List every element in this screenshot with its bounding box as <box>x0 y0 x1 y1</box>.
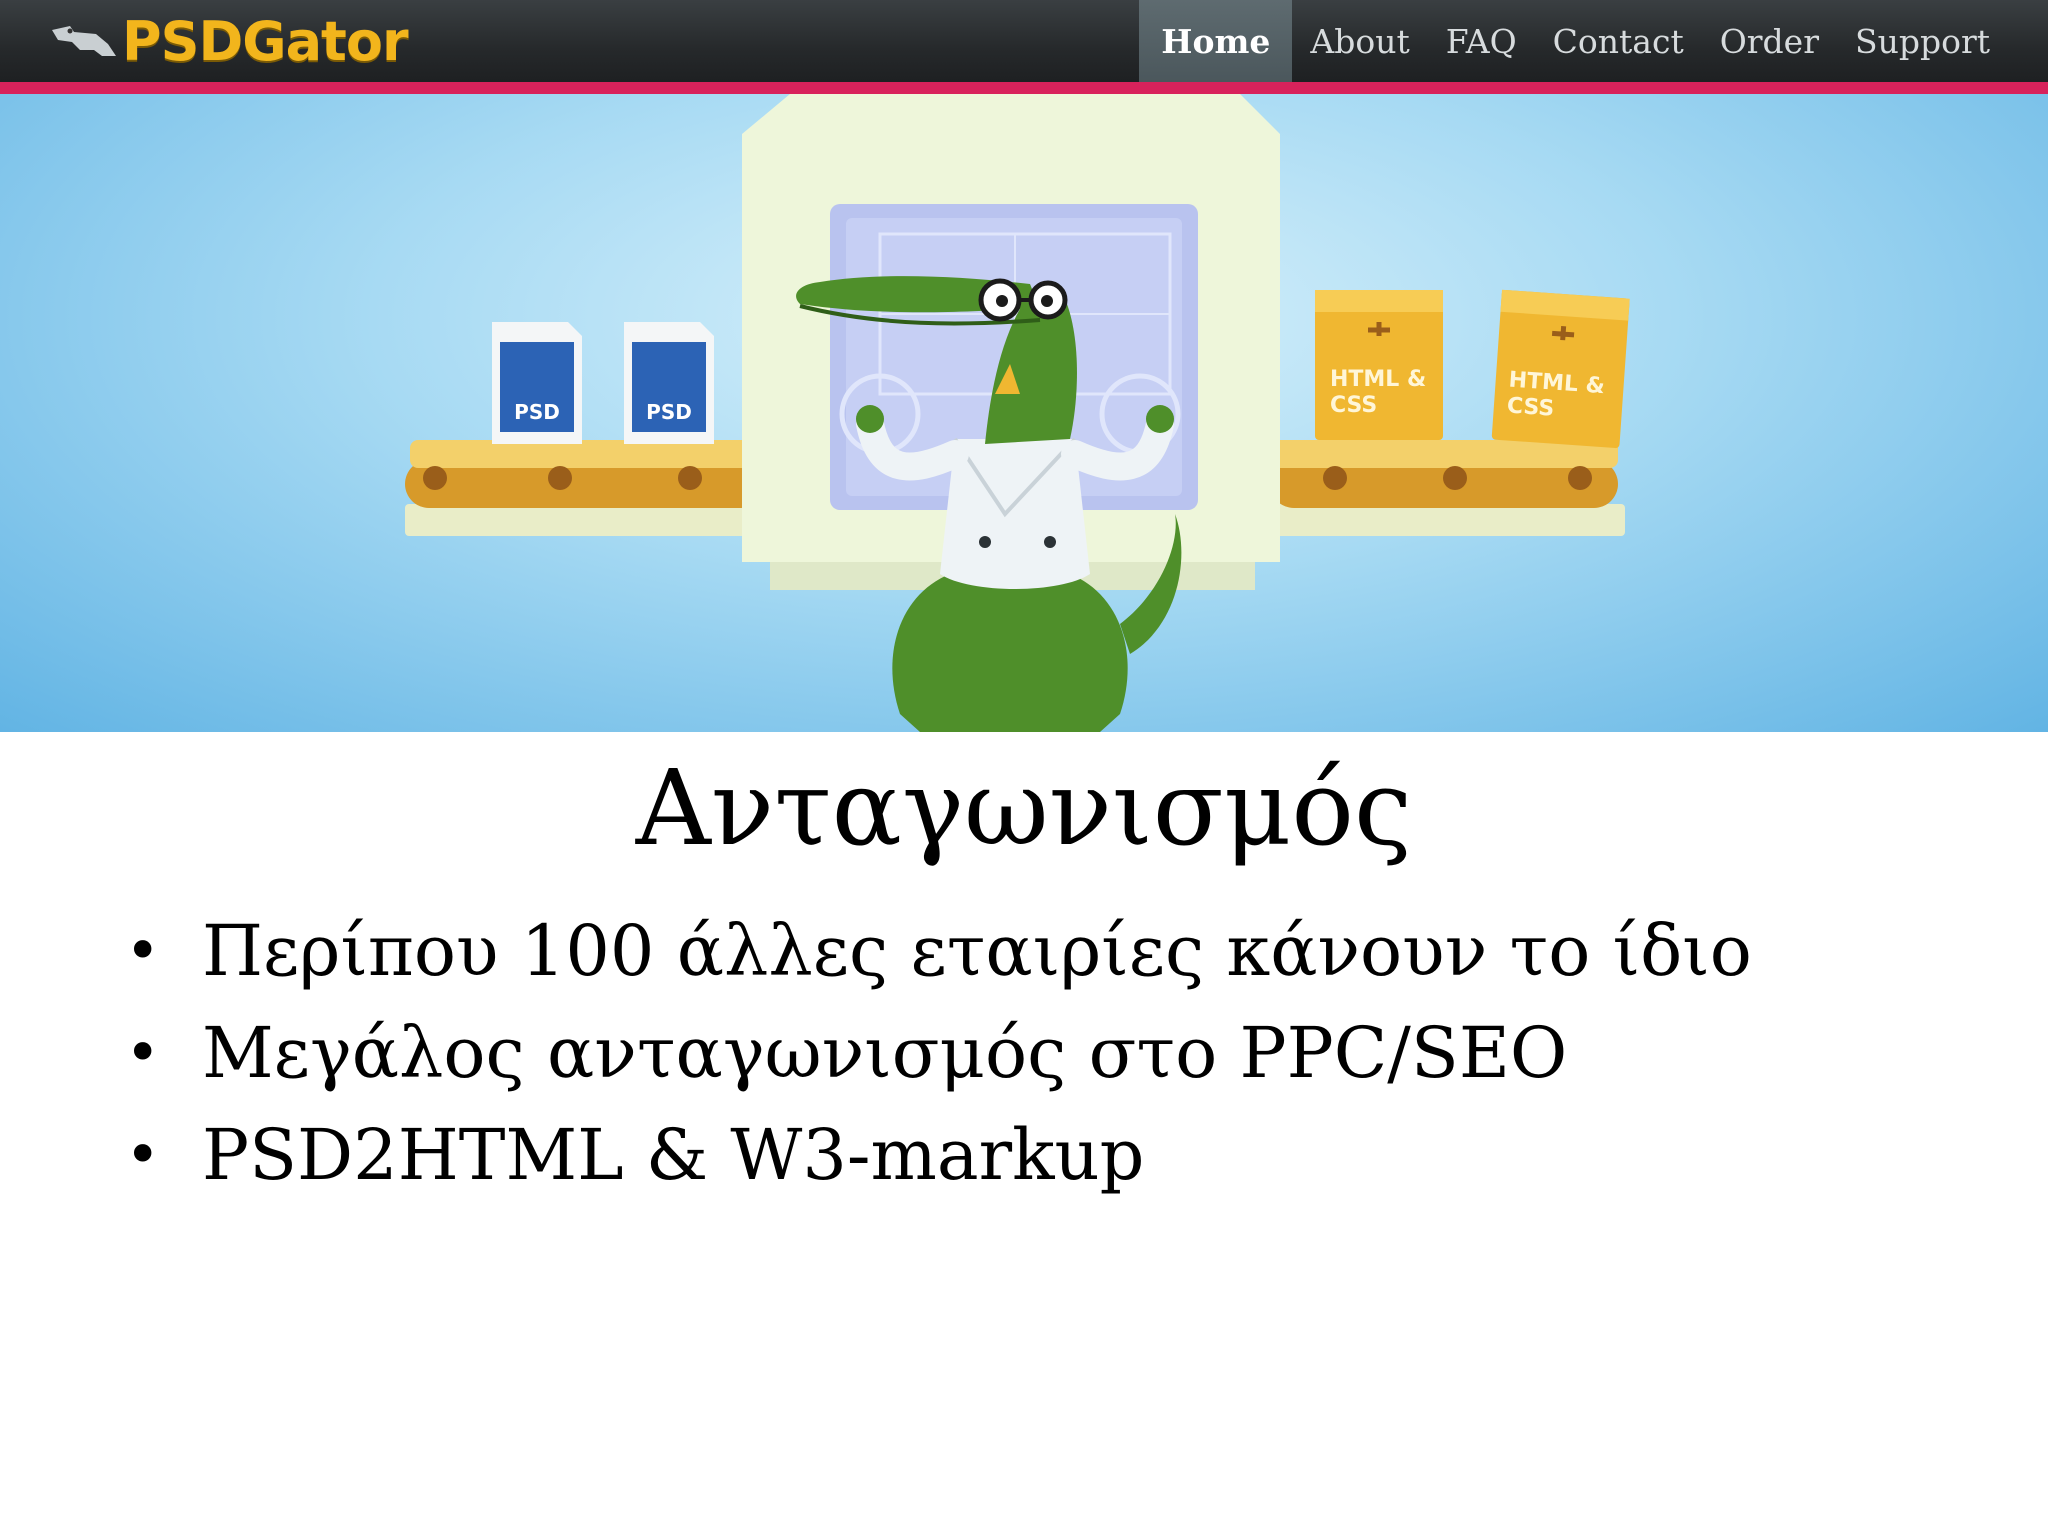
html-css-box-icon: HTML & CSS <box>1315 290 1443 440</box>
bullet-dot-icon: • <box>125 1120 161 1190</box>
bullet-dot-icon: • <box>125 1018 161 1088</box>
box-label-line2: CSS <box>1506 393 1555 421</box>
right-conveyor <box>1270 440 1625 536</box>
list-item: • Μεγάλος ανταγωνισμός στο PPC/SEO <box>120 1002 1752 1104</box>
psd-label: PSD <box>646 400 692 424</box>
psd-file-icon: PSD <box>624 322 714 444</box>
bullet-text: Περίπου 100 άλλες εταιρίες κάνουν το ίδι… <box>202 910 1752 992</box>
top-navbar: PSDGator Home About FAQ Contact Order Su… <box>0 0 2048 94</box>
list-item: • Περίπου 100 άλλες εταιρίες κάνουν το ί… <box>120 900 1752 1002</box>
main-nav: Home About FAQ Contact Order Support <box>1139 0 2008 82</box>
psd-file-icon: PSD <box>492 322 582 444</box>
nav-faq[interactable]: FAQ <box>1428 0 1535 82</box>
slide-title: Ανταγωνισμός <box>635 747 1413 869</box>
bullet-dot-icon: • <box>125 916 161 986</box>
nav-home[interactable]: Home <box>1139 0 1293 82</box>
nav-about[interactable]: About <box>1292 0 1427 82</box>
bullet-list: • Περίπου 100 άλλες εταιρίες κάνουν το ί… <box>120 900 1752 1206</box>
bullet-text: PSD2HTML & W3-markup <box>202 1114 1145 1196</box>
logo-text: PSDGator <box>122 9 409 73</box>
nav-support[interactable]: Support <box>1837 0 2008 82</box>
nav-contact[interactable]: Contact <box>1535 0 1702 82</box>
left-conveyor <box>405 440 765 536</box>
hero-banner: PSD PSD HTML & CSS HTML & CSS <box>0 94 2048 732</box>
nav-order[interactable]: Order <box>1702 0 1837 82</box>
gator-logo-icon <box>50 16 120 66</box>
bullet-text: Μεγάλος ανταγωνισμός στο PPC/SEO <box>202 1012 1568 1094</box>
site-logo[interactable]: PSDGator <box>50 9 409 73</box>
hero-illustration: PSD PSD HTML & CSS HTML & CSS <box>405 94 1630 732</box>
psd-label: PSD <box>514 400 560 424</box>
list-item: • PSD2HTML & W3-markup <box>120 1104 1752 1206</box>
box-label-line2: CSS <box>1330 393 1377 418</box>
html-css-box-icon: HTML & CSS <box>1491 289 1630 449</box>
box-label-line1: HTML & <box>1330 367 1426 392</box>
